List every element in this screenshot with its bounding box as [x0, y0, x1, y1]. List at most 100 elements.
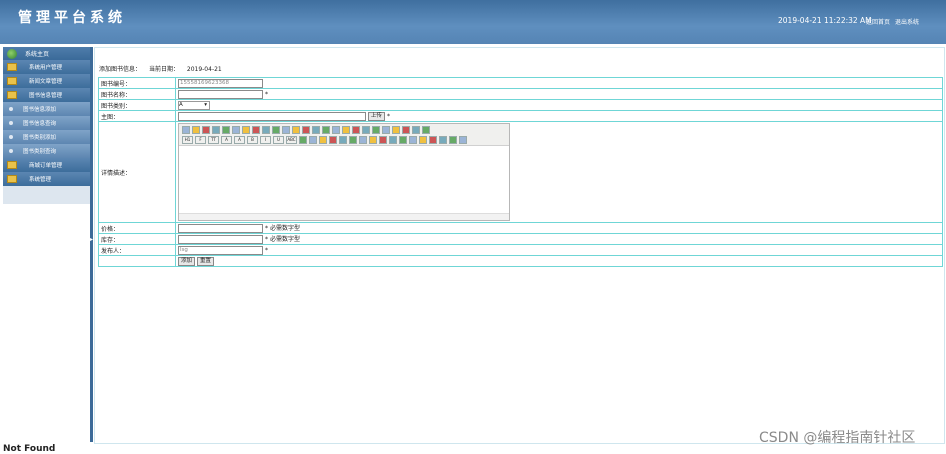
row-detail: 详情描述： H1 F TT A A B I U ABC: [98, 121, 943, 223]
line-height-icon[interactable]: [299, 136, 307, 144]
sidebar-item-label: 图书类别查询: [23, 149, 57, 155]
underline-icon[interactable]: U: [273, 136, 284, 144]
emoticon-icon[interactable]: [389, 136, 397, 144]
find-icon[interactable]: [212, 126, 220, 134]
media-icon[interactable]: [349, 136, 357, 144]
image-icon[interactable]: [319, 136, 327, 144]
page-heading: 添加图书信息：: [99, 66, 142, 73]
align-right-icon[interactable]: [322, 126, 330, 134]
hr-icon[interactable]: [379, 136, 387, 144]
sidebar-item-label: 系统管理: [29, 177, 52, 183]
price-input[interactable]: [178, 224, 263, 233]
chevron-down-icon: ▾: [204, 101, 207, 108]
paste-text-icon[interactable]: [282, 126, 290, 134]
subscript-icon[interactable]: [382, 126, 390, 134]
insert-file-icon[interactable]: [359, 136, 367, 144]
sidebar-item[interactable]: 商城订单管理: [3, 158, 90, 172]
sidebar-item[interactable]: 新闻文章管理: [3, 74, 90, 88]
select-all-icon[interactable]: [412, 126, 420, 134]
required-mark: *: [265, 236, 268, 243]
sidebar-item[interactable]: 图书信息查询: [3, 116, 90, 130]
sidebar-item[interactable]: 图书信息管理: [3, 88, 90, 102]
stock-input[interactable]: [178, 235, 263, 244]
about-icon[interactable]: [459, 136, 467, 144]
remove-format-icon[interactable]: [309, 136, 317, 144]
preview-icon[interactable]: [232, 126, 240, 134]
superscript-icon[interactable]: [392, 126, 400, 134]
home-link[interactable]: 返回首页: [866, 19, 890, 26]
sidebar-item[interactable]: 系统用户管理: [3, 60, 90, 74]
sidebar-item[interactable]: 系统管理: [3, 172, 90, 186]
sidebar-item-label: 商城订单管理: [29, 163, 63, 169]
ordered-list-icon[interactable]: [342, 126, 350, 134]
book-no-label: 图书编号：: [98, 77, 176, 89]
row-book-no: 图书编号： 15558169623368: [98, 77, 943, 89]
book-type-select[interactable]: A ▾: [178, 100, 210, 110]
link-icon[interactable]: [439, 136, 447, 144]
copy-icon[interactable]: [262, 126, 270, 134]
row-actions: 添加 重置: [98, 255, 943, 267]
align-left-icon[interactable]: [302, 126, 310, 134]
add-button[interactable]: 添加: [178, 256, 196, 266]
book-no-input[interactable]: 15558169623368: [178, 78, 263, 88]
anchor-icon[interactable]: [429, 136, 437, 144]
logout-link[interactable]: 退出系统: [895, 19, 919, 26]
publisher-label: 发布人：: [98, 244, 176, 256]
sidebar-item-label: 图书信息查询: [23, 121, 57, 127]
folder-icon: [7, 91, 17, 99]
justify-icon[interactable]: [332, 126, 340, 134]
fullscreen-icon[interactable]: [422, 126, 430, 134]
font-family-icon[interactable]: F: [195, 136, 206, 144]
heading-icon[interactable]: H1: [182, 136, 193, 144]
editor-resize-bar[interactable]: [179, 213, 509, 220]
book-name-input[interactable]: [178, 89, 263, 99]
app-title: 管理平台系统: [18, 10, 126, 26]
flash-icon[interactable]: [339, 136, 347, 144]
code-icon[interactable]: [409, 136, 417, 144]
bold-icon[interactable]: B: [247, 136, 258, 144]
paste-word-icon[interactable]: [292, 126, 300, 134]
sidebar-item[interactable]: 图书类别添加: [3, 130, 90, 144]
highlight-icon[interactable]: A: [234, 136, 245, 144]
collapse-arrow-icon[interactable]: ▸: [90, 237, 93, 243]
cut-icon[interactable]: [252, 126, 260, 134]
italic-icon[interactable]: I: [260, 136, 271, 144]
pagebreak-icon[interactable]: [419, 136, 427, 144]
publisher-input[interactable]: lsg: [178, 245, 263, 255]
multi-image-icon[interactable]: [329, 136, 337, 144]
date-label: 当前日期：: [148, 66, 179, 73]
header-bar: 管理平台系统 2019-04-21 11:22:32 AM 返回首页 退出系统: [0, 0, 946, 44]
table-icon[interactable]: [369, 136, 377, 144]
strikethrough-icon[interactable]: ABC: [286, 136, 297, 144]
unlink-icon[interactable]: [449, 136, 457, 144]
font-size-icon[interactable]: TT: [208, 136, 219, 144]
folder-icon: [7, 77, 17, 85]
print-icon[interactable]: [222, 126, 230, 134]
clear-format-icon[interactable]: [402, 126, 410, 134]
upload-button[interactable]: 上传: [367, 111, 385, 121]
map-icon[interactable]: [399, 136, 407, 144]
redo-icon[interactable]: [202, 126, 210, 134]
reset-button[interactable]: 重置: [196, 256, 214, 266]
rich-text-editor[interactable]: H1 F TT A A B I U ABC: [178, 123, 510, 221]
sidebar-item-label: 图书信息管理: [29, 93, 63, 99]
sidebar-home[interactable]: 系统主页: [3, 47, 90, 60]
image-path-input[interactable]: [178, 111, 366, 121]
template-icon[interactable]: [242, 126, 250, 134]
stock-hint: 必需数字型: [270, 236, 301, 243]
unordered-list-icon[interactable]: [352, 126, 360, 134]
font-color-icon[interactable]: A: [221, 136, 232, 144]
sidebar-home-label: 系统主页: [25, 51, 50, 58]
source-icon[interactable]: [182, 126, 190, 134]
paste-icon[interactable]: [272, 126, 280, 134]
outdent-icon[interactable]: [372, 126, 380, 134]
align-center-icon[interactable]: [312, 126, 320, 134]
sidebar-splitter[interactable]: ▸: [90, 47, 93, 442]
sidebar-item[interactable]: 图书类别查询: [3, 144, 90, 158]
undo-icon[interactable]: [192, 126, 200, 134]
folder-icon: [7, 63, 17, 71]
current-date: 2019-04-21: [186, 66, 222, 73]
indent-icon[interactable]: [362, 126, 370, 134]
sidebar-item[interactable]: 图书信息添加: [3, 102, 90, 116]
sidebar-item-label: 新闻文章管理: [29, 79, 63, 85]
